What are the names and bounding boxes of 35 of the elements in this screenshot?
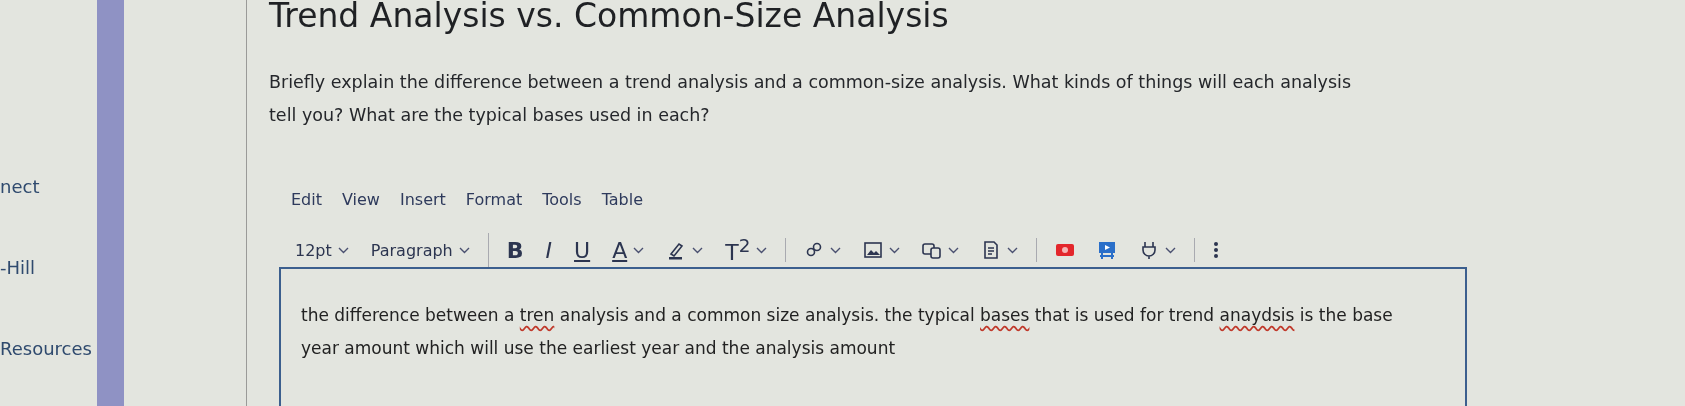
chevron-icon xyxy=(633,246,645,254)
menu-item[interactable]: Table xyxy=(601,190,644,209)
chevron-icon xyxy=(756,246,768,254)
superscript-button[interactable]: T$^{2}$ xyxy=(721,232,772,268)
menu-item[interactable]: View xyxy=(342,190,380,209)
text-color-button[interactable]: A xyxy=(608,235,649,265)
sidebar-link[interactable]: nect xyxy=(0,176,97,197)
answer-text: the difference between a tren analysis and a common size analysis. the typical bases that is used for trend anaydsis is the base year amount which will use the earliest year and the analysis amount xyxy=(301,304,1394,360)
dropdown-select[interactable]: Paragraph xyxy=(366,238,474,262)
menu-item[interactable]: Tools xyxy=(542,190,582,209)
menu-item[interactable]: Format xyxy=(465,190,523,209)
dropdown-select[interactable]: 12pt xyxy=(291,238,353,262)
chevron-icon xyxy=(889,246,901,254)
italic-button[interactable]: I xyxy=(541,235,557,265)
question-title: Trend Analysis vs. Common-Size Analysis xyxy=(269,0,950,36)
chevron-icon xyxy=(1165,246,1177,254)
sidebar-link[interactable]: Resources xyxy=(0,338,97,359)
menu-item[interactable]: Edit xyxy=(291,190,322,209)
image-icon xyxy=(863,240,884,260)
question-prompt: Briefly explain the difference between a trend analysis and a common-size analysis. What kinds of things will each analysis tell you? What are the typical bases used in each? xyxy=(269,71,1353,127)
chevron-icon xyxy=(692,246,704,254)
chevron-icon xyxy=(948,246,960,254)
sidebar-link[interactable]: -Hill xyxy=(0,257,97,278)
chevron-icon xyxy=(337,246,349,254)
chevron-icon xyxy=(458,246,470,254)
answer-box[interactable]: the difference between a tren analysis and a common size analysis. the typical bases that is used for trend anaydsis is the base year amount which will use the earliest year and the analysis amount xyxy=(279,267,1467,406)
underline-button[interactable]: U xyxy=(570,235,595,265)
more-icon xyxy=(1213,240,1220,260)
video-icon xyxy=(1097,240,1118,260)
media-icon xyxy=(922,240,943,260)
chevron-icon xyxy=(1007,246,1019,254)
bold-button[interactable]: B xyxy=(502,235,528,265)
menu-item[interactable]: Insert xyxy=(399,190,446,209)
scrollbar[interactable] xyxy=(97,0,124,406)
chevron-icon xyxy=(830,246,842,254)
